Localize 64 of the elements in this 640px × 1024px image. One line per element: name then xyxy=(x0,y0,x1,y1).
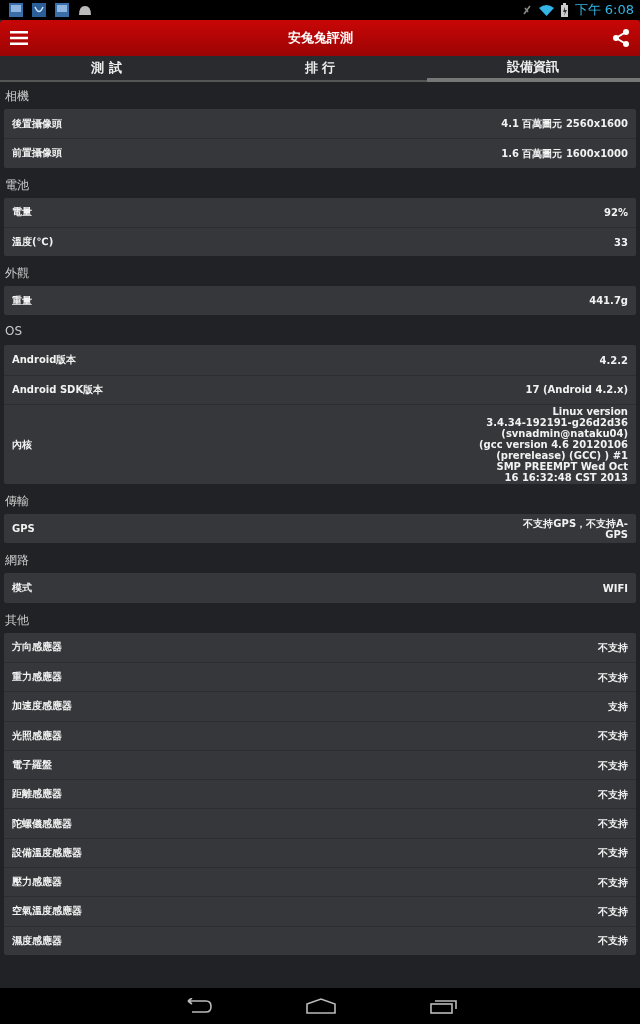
row-value: 不支持 xyxy=(598,876,628,888)
share-icon[interactable] xyxy=(610,27,632,49)
tab[interactable]: 測 試 xyxy=(0,56,214,82)
row-label: 設備溫度感應器 xyxy=(12,845,82,860)
row-label: 濕度感應器 xyxy=(12,933,62,948)
tab[interactable]: 設備資訊 xyxy=(426,56,640,82)
notification-icon xyxy=(31,2,47,18)
row-label: Android版本 xyxy=(12,353,77,368)
section-header: 外觀 xyxy=(4,265,30,283)
battery-icon xyxy=(560,3,568,17)
row-value: 不支持 xyxy=(598,788,628,800)
row-label: 電子羅盤 xyxy=(12,758,52,772)
row-label: 內核 xyxy=(12,437,32,452)
row-value: WIFI xyxy=(602,582,628,594)
row-value: 33 xyxy=(614,236,628,248)
row-value: 不支持 xyxy=(598,847,628,859)
row-value: 不支持 xyxy=(598,759,628,771)
row-value: 不支持 xyxy=(598,906,628,917)
row-label: 電量 xyxy=(12,205,32,220)
row-value: 4.2.2 xyxy=(599,354,628,366)
section-header: 其他 xyxy=(4,611,30,629)
clock-time: 下午 6:08 xyxy=(574,1,634,19)
section-header: 電池 xyxy=(4,176,30,194)
section-header: 傳輸 xyxy=(4,493,30,511)
android-robot-icon xyxy=(77,3,93,17)
wifi-icon xyxy=(538,4,554,16)
muted-icon xyxy=(521,4,532,16)
row-label: 距離感應器 xyxy=(12,787,62,802)
section-header: 網路 xyxy=(4,552,30,570)
row-value: 不支持 xyxy=(598,935,628,947)
row-label: 方向感應器 xyxy=(12,640,62,655)
row-label: 後置攝像頭 xyxy=(12,116,62,131)
row-value: 不支持 xyxy=(598,730,628,742)
row-value: Linux version 3.4.34-192191-g26d2d36 (svnadmin@nataku04) (gcc version 4.6 20120106 (prerelease) (GCC) ) #1 SMP PREEMPT Wed Oct 16 16:32:48 CST 2013 xyxy=(479,406,628,484)
row-label: 重量 xyxy=(12,293,32,308)
row-label: GPS xyxy=(12,523,35,535)
section-header: 相機 xyxy=(4,88,30,105)
row-label: 加速度感應器 xyxy=(12,699,72,714)
tab[interactable]: 排 行 xyxy=(213,56,427,82)
row-value: 不支持GPS，不支持A- GPS xyxy=(523,517,628,540)
home-icon[interactable] xyxy=(304,996,338,1016)
section-header: OS xyxy=(4,323,24,341)
row-label: Android SDK版本 xyxy=(12,382,104,397)
row-value: 441.7g xyxy=(589,295,628,307)
row-label: 重力感應器 xyxy=(12,670,62,685)
row-label: 模式 xyxy=(12,581,32,595)
app-title: 安兔兔評測 xyxy=(287,29,353,47)
row-label: 光照感應器 xyxy=(12,728,62,743)
row-label: 前置攝像頭 xyxy=(12,146,62,161)
row-label: 溫度(℃) xyxy=(12,235,54,250)
row-value: 92% xyxy=(604,206,628,218)
row-value: 不支持 xyxy=(598,641,628,653)
notification-icon xyxy=(54,2,70,18)
row-value: 不支持 xyxy=(598,818,628,830)
notification-icon xyxy=(8,2,24,18)
row-value: 支持 xyxy=(608,700,628,712)
row-value: 4.1 百萬圖元 2560x1600 xyxy=(501,118,628,130)
row-label: 壓力感應器 xyxy=(12,875,62,890)
row-value: 1.6 百萬圖元 1600x1000 xyxy=(501,147,628,159)
menu-icon[interactable] xyxy=(8,29,30,47)
row-value: 17 (Android 4.2.x) xyxy=(525,384,628,396)
row-value: 不支持 xyxy=(598,671,628,683)
row-label: 空氣溫度感應器 xyxy=(12,904,82,919)
row-label: 陀螺儀感應器 xyxy=(12,816,72,831)
